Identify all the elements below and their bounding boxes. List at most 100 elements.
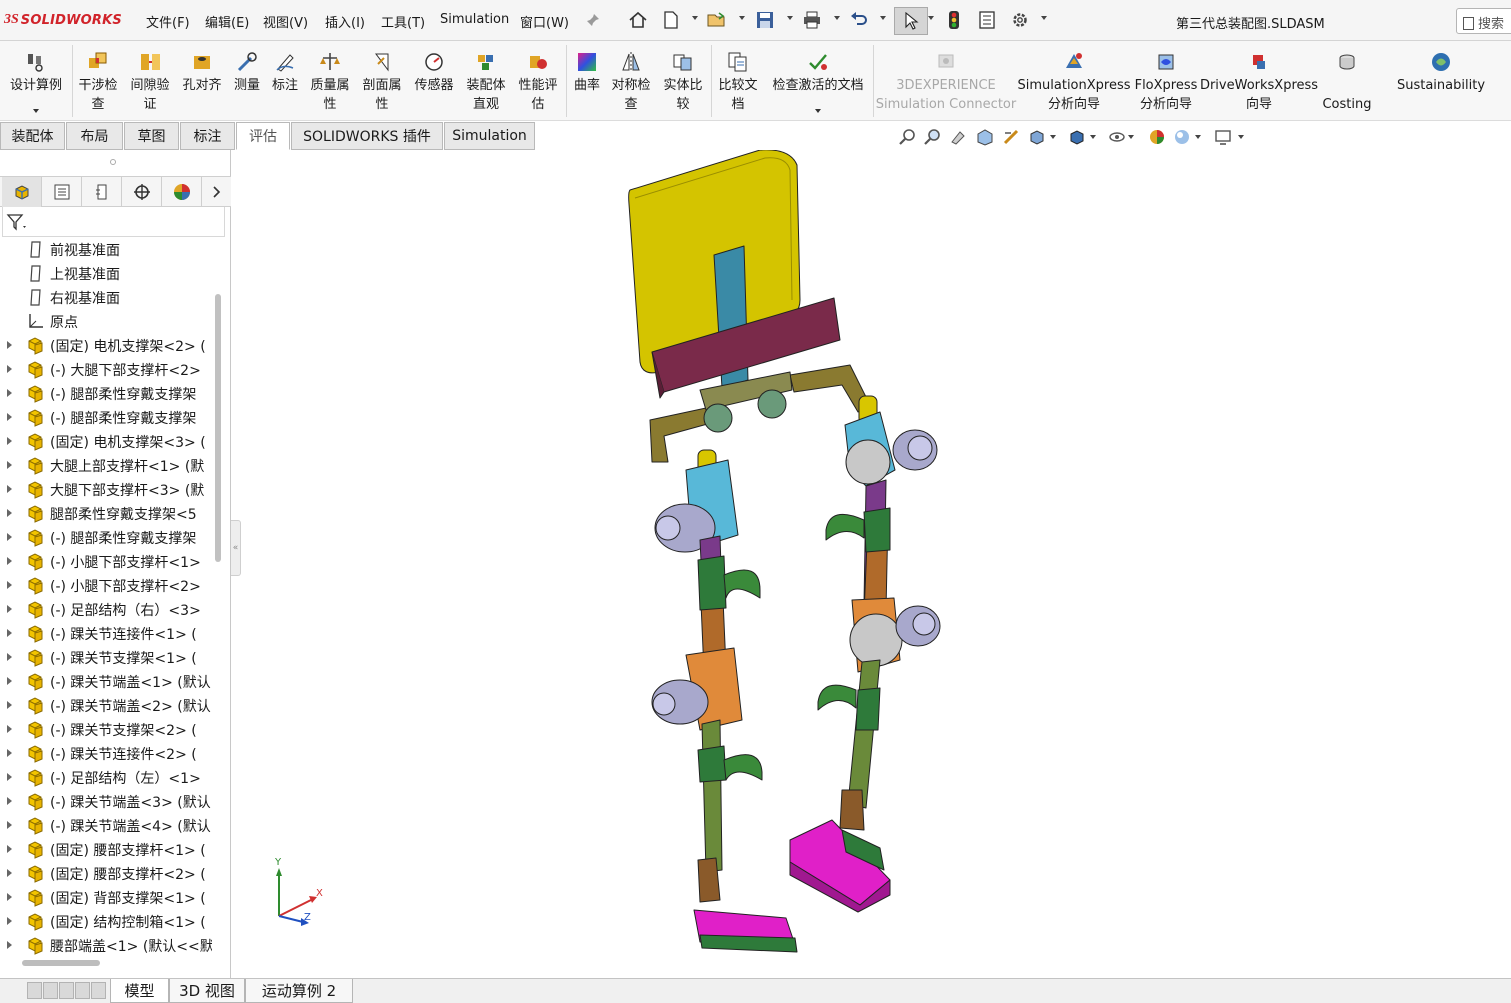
display-style-icon[interactable] — [1068, 128, 1086, 146]
markup-button[interactable]: 标注 — [267, 41, 303, 121]
tree-item[interactable]: (-) 踝关节端盖<4> (默认 — [0, 813, 212, 837]
expand-chevron-icon[interactable] — [7, 821, 12, 829]
tree-item[interactable]: (-) 踝关节端盖<3> (默认 — [0, 789, 212, 813]
end-tab-icon[interactable] — [91, 982, 106, 999]
tree-item[interactable]: (固定) 背部支撑架<1> ( — [0, 885, 212, 909]
rebuild-icon[interactable] — [943, 9, 965, 31]
section-properties-button[interactable]: 剖面属 性 — [357, 41, 407, 121]
expand-chevron-icon[interactable] — [7, 725, 12, 733]
undo-icon[interactable] — [848, 9, 870, 31]
expand-chevron-icon[interactable] — [7, 917, 12, 925]
print-icon[interactable] — [801, 9, 823, 31]
view-settings-dropdown-icon[interactable] — [1238, 135, 1244, 139]
options-dropdown-icon[interactable] — [1041, 16, 1047, 20]
tab-solidworks-addins[interactable]: SOLIDWORKS 插件 — [291, 122, 443, 150]
search-commands-input[interactable]: 搜索 — [1456, 8, 1511, 34]
expand-chevron-icon[interactable] — [7, 701, 12, 709]
tree-item[interactable]: 腿部柔性穿戴支撑架<5 — [0, 501, 212, 525]
sustainability-button[interactable]: Sustainability — [1393, 41, 1489, 121]
compare-documents-button[interactable]: 比较文 档 — [713, 41, 763, 121]
compare-bodies-button[interactable]: 实体比 较 — [657, 41, 709, 121]
display-style-dropdown-icon[interactable] — [1090, 135, 1096, 139]
expand-chevron-icon[interactable] — [7, 509, 12, 517]
tree-item[interactable]: (固定) 电机支撑架<2> ( — [0, 333, 212, 357]
tree-item[interactable]: (固定) 腰部支撑杆<2> ( — [0, 861, 212, 885]
view-settings-icon[interactable] — [1214, 128, 1232, 146]
open-dropdown-icon[interactable] — [739, 16, 745, 20]
tree-item[interactable]: (-) 踝关节端盖<1> (默认 — [0, 669, 212, 693]
tree-item[interactable]: (-) 大腿下部支撑杆<2> — [0, 357, 212, 381]
file-properties-icon[interactable] — [976, 9, 998, 31]
tree-item[interactable]: (固定) 结构控制箱<1> ( — [0, 909, 212, 933]
tree-item[interactable]: (-) 踝关节支撑架<2> ( — [0, 717, 212, 741]
hide-show-dropdown-icon[interactable] — [1128, 135, 1134, 139]
interference-check-button[interactable]: 干涉检 查 — [74, 41, 122, 121]
expand-chevron-icon[interactable] — [7, 557, 12, 565]
tab-sketch[interactable]: 草图 — [124, 122, 179, 150]
edit-appearance-icon[interactable] — [1148, 128, 1166, 146]
expand-chevron-icon[interactable] — [7, 461, 12, 469]
panel-collapse-handle[interactable]: « — [231, 520, 241, 576]
more-tabs-chevron-icon[interactable] — [202, 177, 230, 207]
view-orientation-dropdown-icon[interactable] — [1050, 135, 1056, 139]
tab-motion-study-2[interactable]: 运动算例 2 — [245, 979, 353, 1003]
expand-chevron-icon[interactable] — [7, 605, 12, 613]
tab-assembly[interactable]: 装配体 — [0, 122, 65, 150]
design-study-button[interactable]: 设计算例 — [2, 41, 70, 121]
open-folder-icon[interactable] — [706, 9, 728, 31]
tree-item[interactable]: 腰部端盖<1> (默认<<默 — [0, 933, 212, 957]
print-dropdown-icon[interactable] — [834, 16, 840, 20]
tab-simulation[interactable]: Simulation — [444, 122, 535, 150]
save-dropdown-icon[interactable] — [787, 16, 793, 20]
panel-grip-icon[interactable] — [110, 159, 116, 165]
menu-view[interactable]: 视图(V) — [263, 12, 308, 31]
display-manager-tab[interactable] — [162, 177, 202, 207]
simulationxpress-button[interactable]: SimulationXpress 分析向导 — [1018, 41, 1131, 121]
menu-file[interactable]: 文件(F) — [146, 12, 190, 31]
first-tab-icon[interactable] — [27, 982, 42, 999]
tree-item[interactable]: (固定) 腰部支撑杆<1> ( — [0, 837, 212, 861]
home-icon[interactable] — [627, 9, 649, 31]
tree-item[interactable]: (-) 踝关节连接件<1> ( — [0, 621, 212, 645]
expand-chevron-icon[interactable] — [7, 341, 12, 349]
expand-chevron-icon[interactable] — [7, 389, 12, 397]
tree-item[interactable]: (-) 踝关节端盖<2> (默认 — [0, 693, 212, 717]
tab-evaluate[interactable]: 评估 — [236, 122, 290, 150]
tree-item[interactable]: 右视基准面 — [0, 285, 212, 309]
tree-item[interactable]: (-) 小腿下部支撑杆<1> — [0, 549, 212, 573]
3dexperience-simulation-connector-button[interactable]: 3DEXPERIENCE Simulation Connector — [876, 41, 1016, 121]
configuration-manager-tab[interactable] — [82, 177, 122, 207]
driveworksxpress-button[interactable]: DriveWorksXpress 向导 — [1200, 41, 1318, 121]
tab-markup[interactable]: 标注 — [180, 122, 235, 150]
tree-item[interactable]: 前视基准面 — [0, 237, 212, 261]
last-tab-icon[interactable] — [75, 982, 90, 999]
options-gear-icon[interactable] — [1009, 9, 1031, 31]
exoskeleton-3d-model[interactable] — [241, 149, 1511, 978]
zoom-to-area-icon[interactable] — [924, 128, 942, 146]
expand-chevron-icon[interactable] — [7, 653, 12, 661]
tree-item[interactable]: 大腿上部支撑杆<1> (默 — [0, 453, 212, 477]
expand-chevron-icon[interactable] — [7, 677, 12, 685]
mass-properties-button[interactable]: 质量属 性 — [305, 41, 355, 121]
apply-scene-icon[interactable] — [1173, 128, 1191, 146]
tree-item[interactable]: (-) 腿部柔性穿戴支撑架 — [0, 381, 212, 405]
tree-item[interactable]: (固定) 电机支撑架<3> ( — [0, 429, 212, 453]
menu-tools[interactable]: 工具(T) — [381, 12, 425, 31]
filter-box[interactable] — [2, 207, 225, 237]
tree-item[interactable]: 大腿下部支撑杆<3> (默 — [0, 477, 212, 501]
curvature-button[interactable]: 曲率 — [568, 41, 606, 121]
prev-tab-icon[interactable] — [43, 982, 58, 999]
expand-chevron-icon[interactable] — [7, 893, 12, 901]
menu-window[interactable]: 窗口(W) — [520, 12, 569, 31]
new-dropdown-icon[interactable] — [692, 16, 698, 20]
tree-horizontal-scrollbar[interactable] — [22, 960, 100, 966]
expand-chevron-icon[interactable] — [7, 581, 12, 589]
expand-chevron-icon[interactable] — [7, 629, 12, 637]
tree-item[interactable]: (-) 足部结构（左）<1> — [0, 765, 212, 789]
tree-item[interactable]: (-) 腿部柔性穿戴支撑架 — [0, 405, 212, 429]
expand-chevron-icon[interactable] — [7, 749, 12, 757]
tab-model[interactable]: 模型 — [110, 979, 169, 1003]
floxpress-button[interactable]: FloXpress 分析向导 — [1132, 41, 1200, 121]
hide-show-items-icon[interactable] — [1108, 128, 1126, 146]
symmetry-check-button[interactable]: 对称检 查 — [607, 41, 655, 121]
